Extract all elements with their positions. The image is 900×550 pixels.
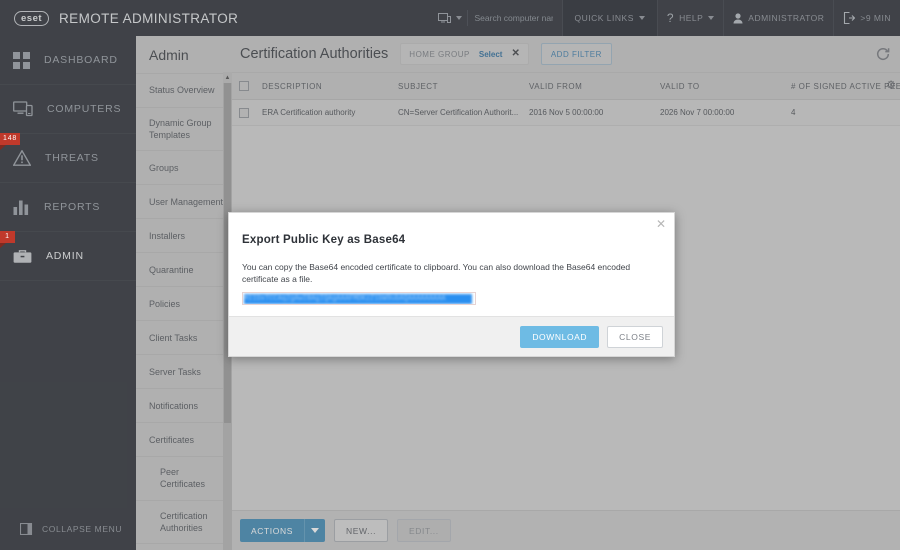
close-icon[interactable]: ✕ — [656, 218, 666, 230]
close-button[interactable]: CLOSE — [607, 325, 663, 348]
dialog-title: Export Public Key as Base64 — [242, 234, 406, 246]
base64-selected-text[interactable]: MIIDxTCCAq2gAwIBAgIQAgAAAFMDKzZ1bW9ubAQA… — [244, 293, 472, 304]
base64-text-field[interactable]: MIIDxTCCAq2gAwIBAgIQAgAAAFMDKzZ1bW9ubAQA… — [242, 291, 476, 305]
dialog-body-text: You can copy the Base64 encoded certific… — [242, 262, 631, 284]
eset-remote-administrator-window: eset REMOTE ADMINISTRATOR QUICK LINKS — [0, 0, 900, 550]
threats-badge: 148 — [0, 133, 21, 150]
dialog-footer: DOWNLOAD CLOSE — [229, 316, 674, 356]
admin-badge: 1 — [0, 231, 15, 248]
export-public-key-dialog: ✕ Export Public Key as Base64 You can co… — [228, 212, 675, 357]
download-button[interactable]: DOWNLOAD — [520, 325, 600, 348]
